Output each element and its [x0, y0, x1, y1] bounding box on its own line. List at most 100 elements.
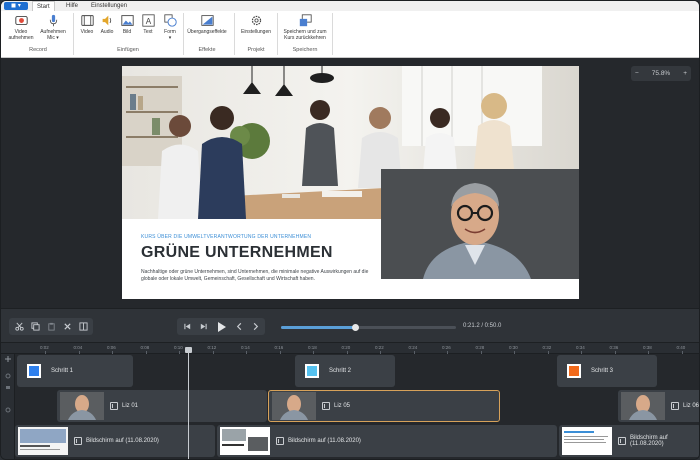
tab-einstellungen[interactable]: Einstellungen	[87, 1, 131, 11]
screen-clip-label: Bildschirm auf (11.08.2020)	[630, 435, 668, 447]
slide-canvas[interactable]: KURS ÜBER DIE UMWELTVERANTWORTUNG DER UN…	[122, 66, 579, 299]
file-icon	[11, 3, 16, 8]
slide-body-text: Nachhaltige oder grüne Unternehmen, sind…	[141, 269, 369, 282]
shape-icon	[163, 14, 177, 27]
delete-button[interactable]	[61, 321, 73, 333]
zoom-control: − 75.8% +	[631, 66, 691, 81]
tab-hilfe[interactable]: Hilfe	[62, 1, 82, 11]
skip-start-button[interactable]	[181, 321, 193, 333]
step-clip-2[interactable]: Schritt 2	[295, 355, 395, 387]
slide-headline: GRÜNE UNTERNEHMEN	[141, 244, 333, 261]
step-color-swatch	[27, 364, 41, 378]
screen-clip-3[interactable]: Bildschirm auf (11.08.2020)	[559, 425, 699, 457]
film-icon	[276, 437, 284, 445]
insert-image-label: Bild	[122, 29, 132, 35]
group-divider	[183, 13, 184, 55]
camera-clip-3[interactable]: Liz 06	[618, 390, 699, 422]
timeline-ruler[interactable]: 0:02 0:04 0:06 0:08 0:10 0:12 0:14 0:16 0:18 0:20…	[1, 343, 699, 354]
insert-audio-button[interactable]: Audio	[98, 14, 116, 35]
skip-end-button[interactable]	[197, 321, 209, 333]
transport-bar: 0:21.2 / 0:50.0	[1, 308, 699, 343]
group-label-effects: Effekte	[198, 47, 216, 53]
insert-text-label: Text	[143, 29, 153, 35]
slide-kicker: KURS ÜBER DIE UMWELTVERANTWORTUNG DER UN…	[141, 234, 312, 240]
camera-clip-label: Liz 05	[334, 403, 351, 409]
add-track-icon[interactable]	[5, 356, 11, 362]
split-button[interactable]	[77, 321, 89, 333]
screen-clip-1[interactable]: Bildschirm auf (11.08.2020)	[15, 425, 215, 457]
step-clip-label: Schritt 1	[51, 368, 74, 374]
lock-icon[interactable]	[6, 386, 10, 389]
camera-track: Liz 01 Liz 05 Liz 06	[15, 389, 699, 423]
record-audio-button[interactable]: Aufnehmen Mic ▾	[37, 14, 69, 41]
settings-label: Einstellungen	[240, 29, 272, 35]
gear-icon	[251, 15, 261, 26]
film-icon	[618, 437, 626, 445]
cut-button[interactable]	[13, 321, 25, 333]
paste-button[interactable]	[45, 321, 57, 333]
copy-icon	[30, 322, 40, 331]
file-menu-button[interactable]: ▾	[4, 2, 28, 10]
camera-clip-2[interactable]: Liz 05	[268, 390, 500, 422]
save-return-button[interactable]: Speichern und zum Kurs zurückkehren	[281, 14, 329, 41]
screen-clip-2[interactable]: Bildschirm auf (11.08.2020)	[217, 425, 557, 457]
group-divider	[332, 13, 333, 55]
group-label-save: Speichern	[292, 47, 318, 53]
step-clip-3[interactable]: Schritt 3	[557, 355, 657, 387]
insert-video-button[interactable]: Video	[78, 14, 96, 35]
file-menu-chevron: ▾	[17, 3, 21, 9]
insert-shape-label: Form ▾	[164, 29, 176, 41]
speaker-icon	[102, 15, 111, 26]
film-icon	[110, 402, 118, 410]
scrub-handle[interactable]	[352, 324, 360, 331]
svg-text:A: A	[145, 17, 151, 26]
play-button[interactable]	[213, 319, 229, 335]
record-audio-label: Aufnehmen Mic ▾	[40, 29, 66, 41]
record-video-button[interactable]: Video aufnehmen	[7, 14, 35, 41]
step-color-swatch	[567, 364, 581, 378]
scrub-progress	[281, 326, 356, 329]
skip-back-icon	[183, 323, 190, 330]
screen-thumbnail	[18, 427, 68, 455]
playhead[interactable]	[185, 347, 192, 459]
preview-area: − 75.8% + KURS ÜBER DIE UMWELTVERANTWORT…	[1, 58, 699, 308]
prev-frame-button[interactable]	[233, 321, 245, 333]
transitions-button[interactable]: Übergangseffekte	[185, 14, 229, 35]
insert-shape-button[interactable]: Form ▾	[161, 14, 179, 41]
settings-button[interactable]: Einstellungen	[238, 14, 274, 35]
zoom-in-button[interactable]: +	[683, 70, 687, 77]
camera-thumbnail	[60, 392, 104, 420]
ruler-tick-label: 0:08	[140, 345, 150, 350]
ruler-tick-label: 0:24	[408, 345, 418, 350]
camera-clip-label: Liz 01	[122, 403, 139, 409]
next-frame-button[interactable]	[249, 321, 261, 333]
screen-track: Bildschirm auf (11.08.2020) Bildschirm a…	[15, 424, 699, 458]
insert-audio-label: Audio	[100, 29, 114, 35]
insert-image-button[interactable]: Bild	[119, 14, 135, 35]
tab-start[interactable]: Start	[32, 1, 55, 11]
zoom-level: 75.8%	[651, 70, 671, 77]
copy-button[interactable]	[29, 321, 41, 333]
insert-text-button[interactable]: A Text	[140, 14, 156, 35]
ruler-tick-label: 0:02	[40, 345, 49, 350]
zoom-out-button[interactable]: −	[635, 70, 639, 77]
close-icon	[63, 323, 71, 330]
scrub-bar[interactable]	[281, 324, 456, 331]
ribbon-tab-bar: ▾ Start Hilfe Einstellungen	[1, 1, 699, 11]
group-label-project: Projekt	[247, 47, 265, 53]
ruler-tick-label: 0:20	[341, 345, 351, 350]
presenter-video[interactable]	[381, 169, 579, 279]
step-clip-1[interactable]: Schritt 1	[17, 355, 133, 387]
visibility-icon[interactable]	[5, 373, 11, 379]
group-divider	[234, 13, 235, 55]
ruler-tick-label: 0:14	[241, 345, 250, 350]
step-track: Schritt 1 Schritt 2 Schritt 3	[15, 354, 699, 388]
camera-clip-1[interactable]: Liz 01	[57, 390, 267, 422]
ruler-tick-label: 0:40	[676, 345, 686, 350]
scissors-icon	[14, 322, 24, 331]
ruler-tick-label: 0:06	[107, 345, 116, 350]
film-icon	[74, 437, 82, 445]
ruler-tick-label: 0:16	[274, 345, 284, 350]
visibility-icon[interactable]	[5, 407, 11, 413]
insert-video-label: Video	[80, 29, 94, 35]
